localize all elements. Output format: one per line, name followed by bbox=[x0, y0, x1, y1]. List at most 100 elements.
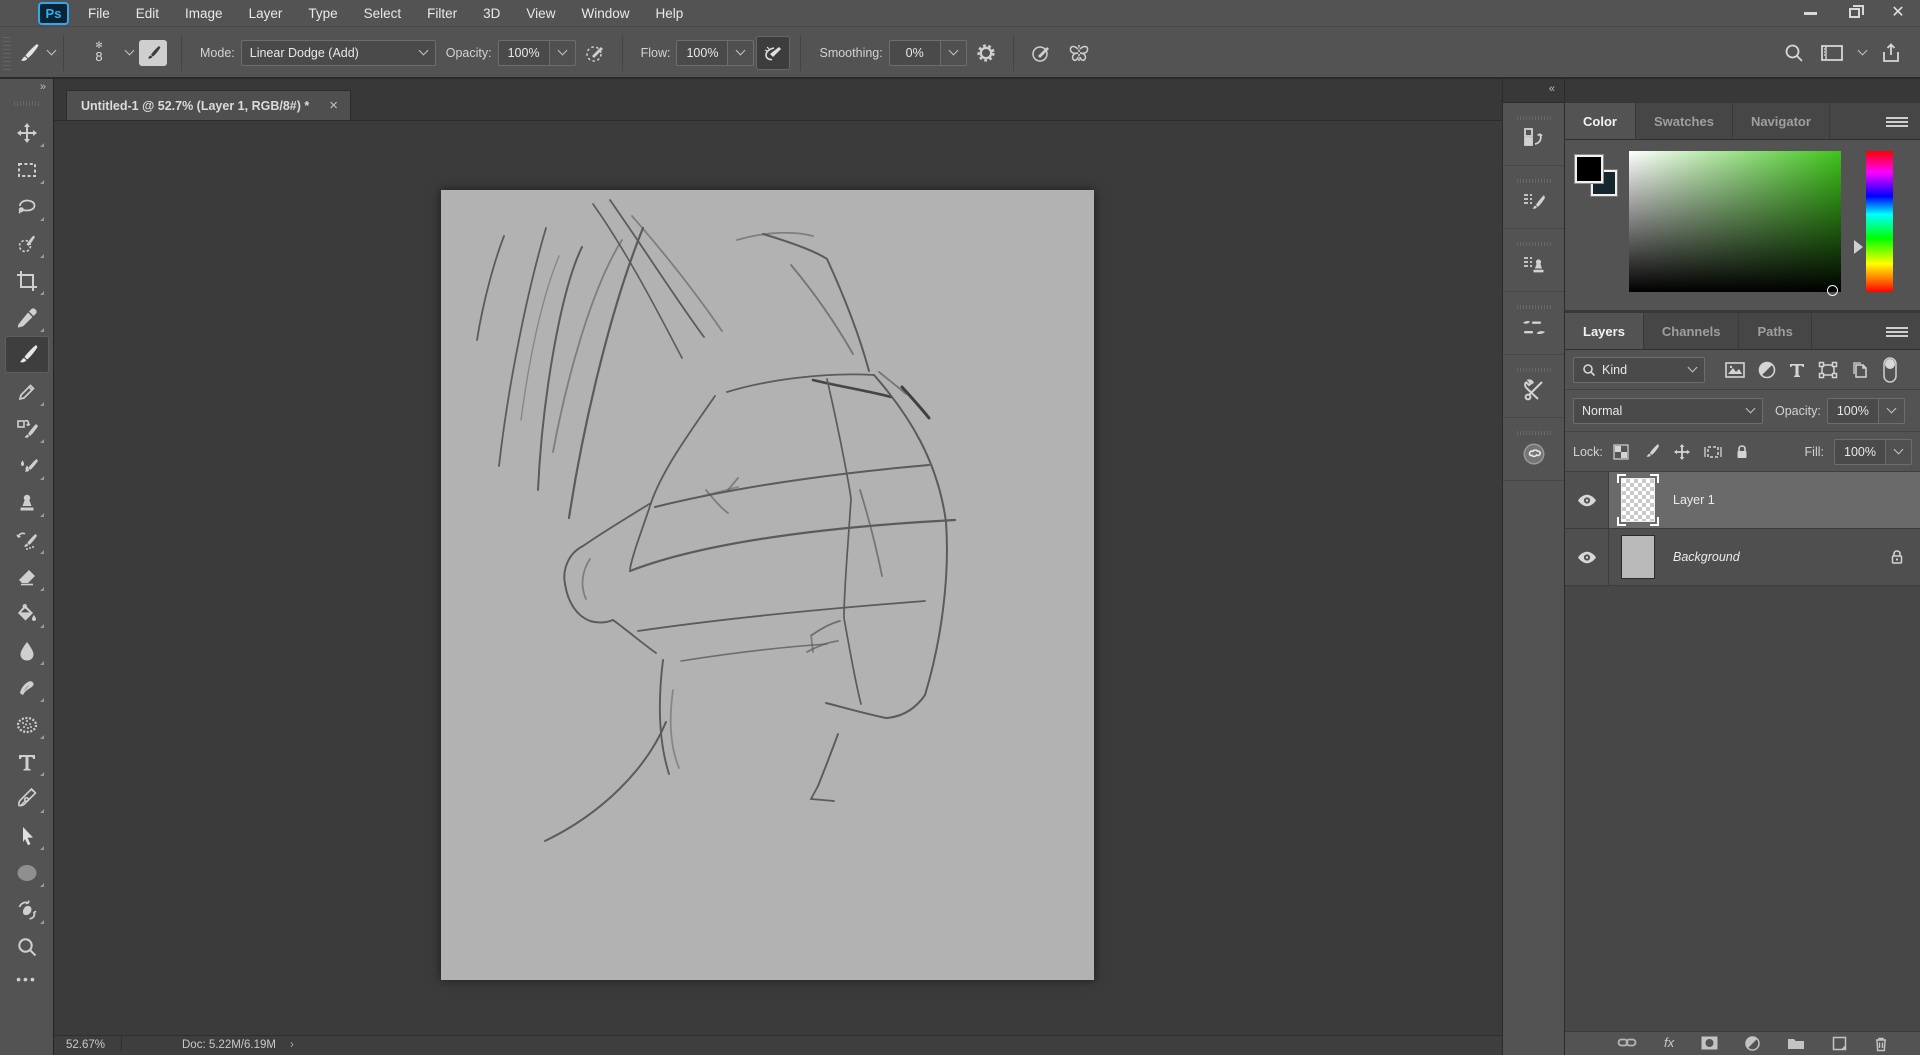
tab-swatches[interactable]: Swatches bbox=[1636, 103, 1733, 139]
menu-image[interactable]: Image bbox=[172, 0, 236, 27]
zoom-level-field[interactable]: 52.67% bbox=[54, 1036, 122, 1051]
flow-value[interactable]: 100% bbox=[676, 39, 729, 66]
brush-tool[interactable] bbox=[4, 336, 49, 373]
color-field-indicator[interactable] bbox=[1827, 285, 1838, 296]
status-options-chevron[interactable]: › bbox=[290, 1036, 294, 1051]
clone-source-panel-button[interactable] bbox=[1503, 229, 1564, 292]
layer-lock-icon[interactable] bbox=[1890, 549, 1904, 565]
fill-value[interactable]: 100% bbox=[1834, 438, 1886, 465]
sponge-tool[interactable] bbox=[5, 706, 49, 743]
rotate-view-tool[interactable] bbox=[5, 891, 49, 928]
pencil-tool[interactable] bbox=[5, 373, 49, 410]
lock-position-icon[interactable] bbox=[1673, 443, 1691, 461]
background-visibility-toggle[interactable] bbox=[1565, 529, 1609, 585]
eyedropper-tool[interactable] bbox=[5, 299, 49, 336]
lock-transparency-icon[interactable] bbox=[1613, 443, 1629, 460]
opacity-value[interactable]: 100% bbox=[497, 39, 550, 66]
menu-3d[interactable]: 3D bbox=[470, 0, 513, 27]
move-tool[interactable] bbox=[5, 114, 49, 151]
tab-close-icon[interactable]: × bbox=[329, 98, 338, 113]
menu-window[interactable]: Window bbox=[568, 0, 642, 27]
menu-help[interactable]: Help bbox=[642, 0, 696, 27]
flow-field[interactable]: 100% bbox=[676, 39, 755, 66]
new-adjustment-layer-icon[interactable] bbox=[1745, 1036, 1760, 1051]
opacity-field[interactable]: 100% bbox=[497, 39, 576, 66]
edit-toolbar-button[interactable]: ••• bbox=[16, 971, 37, 987]
filter-toggle-pill[interactable] bbox=[1881, 355, 1899, 385]
hue-slider[interactable] bbox=[1866, 151, 1893, 292]
smoothing-options-button[interactable] bbox=[969, 36, 1003, 70]
tab-paths[interactable]: Paths bbox=[1739, 313, 1812, 349]
tab-color[interactable]: Color bbox=[1565, 103, 1636, 139]
fill-field[interactable]: 100% bbox=[1834, 438, 1912, 465]
fill-chevron[interactable] bbox=[1886, 438, 1912, 465]
canvas-pasteboard[interactable] bbox=[54, 121, 1502, 1035]
tab-layers[interactable]: Layers bbox=[1565, 313, 1644, 349]
smudge-tool[interactable] bbox=[5, 669, 49, 706]
restore-button[interactable] bbox=[1832, 1, 1876, 25]
smoothing-value[interactable]: 0% bbox=[888, 39, 941, 66]
symmetry-button[interactable] bbox=[1062, 36, 1096, 70]
search-icon[interactable] bbox=[1783, 42, 1805, 64]
brushes-panel-button[interactable] bbox=[1503, 292, 1564, 355]
filter-shape-layer-icon[interactable] bbox=[1818, 361, 1838, 379]
options-grip[interactable] bbox=[3, 35, 10, 70]
filter-pixel-layer-icon[interactable] bbox=[1724, 361, 1746, 379]
layer-opacity-value[interactable]: 100% bbox=[1826, 397, 1879, 424]
blend-mode-dropdown[interactable]: Linear Dodge (Add) bbox=[240, 39, 436, 66]
layer-opacity-field[interactable]: 100% bbox=[1826, 397, 1905, 424]
size-pressure-button[interactable] bbox=[1024, 36, 1058, 70]
lock-all-icon[interactable] bbox=[1735, 444, 1749, 460]
eraser-tool[interactable] bbox=[5, 558, 49, 595]
clone-stamp-tool[interactable] bbox=[5, 484, 49, 521]
layer-blend-mode-dropdown[interactable]: Normal bbox=[1573, 397, 1763, 424]
layer-style-button[interactable]: fx bbox=[1664, 1036, 1674, 1049]
color-panel-menu-button[interactable] bbox=[1886, 103, 1920, 139]
hue-slider-arrow[interactable] bbox=[1854, 240, 1863, 254]
tool-preset-picker[interactable] bbox=[12, 36, 46, 70]
lock-pixels-icon[interactable] bbox=[1642, 443, 1660, 461]
art-history-brush-tool[interactable] bbox=[5, 521, 49, 558]
crop-tool[interactable] bbox=[5, 262, 49, 299]
layer-row-background[interactable]: Background bbox=[1565, 529, 1920, 586]
pen-tool[interactable] bbox=[5, 780, 49, 817]
ellipse-tool[interactable] bbox=[5, 854, 49, 891]
lock-artboard-icon[interactable] bbox=[1704, 444, 1722, 460]
airbrush-toggle-button[interactable] bbox=[756, 35, 791, 70]
history-panel-button[interactable] bbox=[1503, 103, 1564, 166]
path-selection-tool[interactable] bbox=[5, 817, 49, 854]
share-icon[interactable] bbox=[1880, 42, 1902, 64]
smoothing-field[interactable]: 0% bbox=[888, 39, 967, 66]
quick-selection-tool[interactable] bbox=[5, 225, 49, 262]
document-tab[interactable]: Untitled-1 @ 52.7% (Layer 1, RGB/8#) * × bbox=[66, 90, 351, 120]
opacity-pressure-button[interactable] bbox=[578, 36, 612, 70]
delete-layer-icon[interactable] bbox=[1874, 1036, 1888, 1052]
tab-navigator[interactable]: Navigator bbox=[1733, 103, 1830, 139]
layer1-name[interactable]: Layer 1 bbox=[1673, 493, 1715, 507]
document-size-readout[interactable]: Doc: 5.22M/6.19M bbox=[122, 1036, 290, 1051]
add-layer-mask-icon[interactable] bbox=[1701, 1036, 1718, 1050]
foreground-color-swatch[interactable] bbox=[1574, 154, 1604, 184]
brush-settings-panel-button[interactable] bbox=[1503, 166, 1564, 229]
new-layer-icon[interactable] bbox=[1832, 1036, 1847, 1051]
zoom-tool[interactable] bbox=[5, 928, 49, 965]
background-name[interactable]: Background bbox=[1673, 550, 1740, 564]
background-thumbnail[interactable] bbox=[1619, 533, 1657, 581]
layer1-visibility-toggle[interactable] bbox=[1565, 472, 1609, 528]
layers-panel-menu-button[interactable] bbox=[1886, 313, 1920, 349]
layer1-thumbnail[interactable] bbox=[1617, 474, 1659, 526]
layer-opacity-chevron[interactable] bbox=[1878, 397, 1905, 424]
tool-presets-panel-button[interactable] bbox=[1503, 355, 1564, 418]
tab-channels[interactable]: Channels bbox=[1644, 313, 1740, 349]
new-group-icon[interactable] bbox=[1787, 1036, 1805, 1050]
saturation-brightness-field[interactable] bbox=[1629, 151, 1841, 296]
menu-type[interactable]: Type bbox=[295, 0, 350, 27]
lasso-tool[interactable] bbox=[5, 188, 49, 225]
brush-picker-chevron-icon[interactable] bbox=[124, 45, 135, 56]
flow-chevron[interactable] bbox=[728, 39, 755, 66]
canvas[interactable] bbox=[441, 190, 1094, 980]
brush-size-preview[interactable]: ✻ 8 bbox=[86, 41, 112, 65]
menu-view[interactable]: View bbox=[513, 0, 568, 27]
creative-cloud-panel-button[interactable] bbox=[1503, 418, 1564, 481]
menu-file[interactable]: File bbox=[75, 0, 123, 27]
